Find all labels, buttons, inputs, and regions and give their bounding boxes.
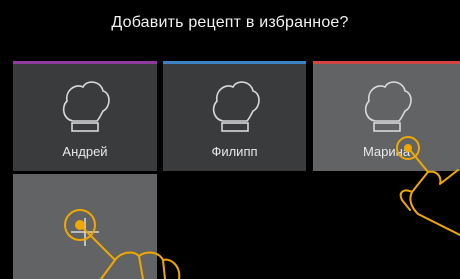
profile-name: Андрей: [62, 144, 108, 159]
accent-bar: [313, 61, 460, 64]
dialog-title: Добавить рецепт в избранное?: [111, 14, 349, 31]
profile-tile-andrey[interactable]: Андрей: [13, 61, 157, 171]
chef-hat-icon: [364, 81, 412, 132]
profile-name: Марина: [362, 144, 411, 159]
profile-tile-filipp[interactable]: Филипп: [163, 61, 306, 171]
chef-hat-icon: [212, 81, 260, 132]
profile-tile-marina[interactable]: Марина: [313, 61, 460, 171]
profile-name: Филипп: [211, 144, 258, 159]
accent-bar: [163, 61, 306, 64]
plus-icon: [71, 218, 99, 246]
chef-hat-icon: [62, 81, 110, 132]
accent-bar: [13, 61, 157, 64]
add-profile-tile[interactable]: [13, 174, 157, 279]
